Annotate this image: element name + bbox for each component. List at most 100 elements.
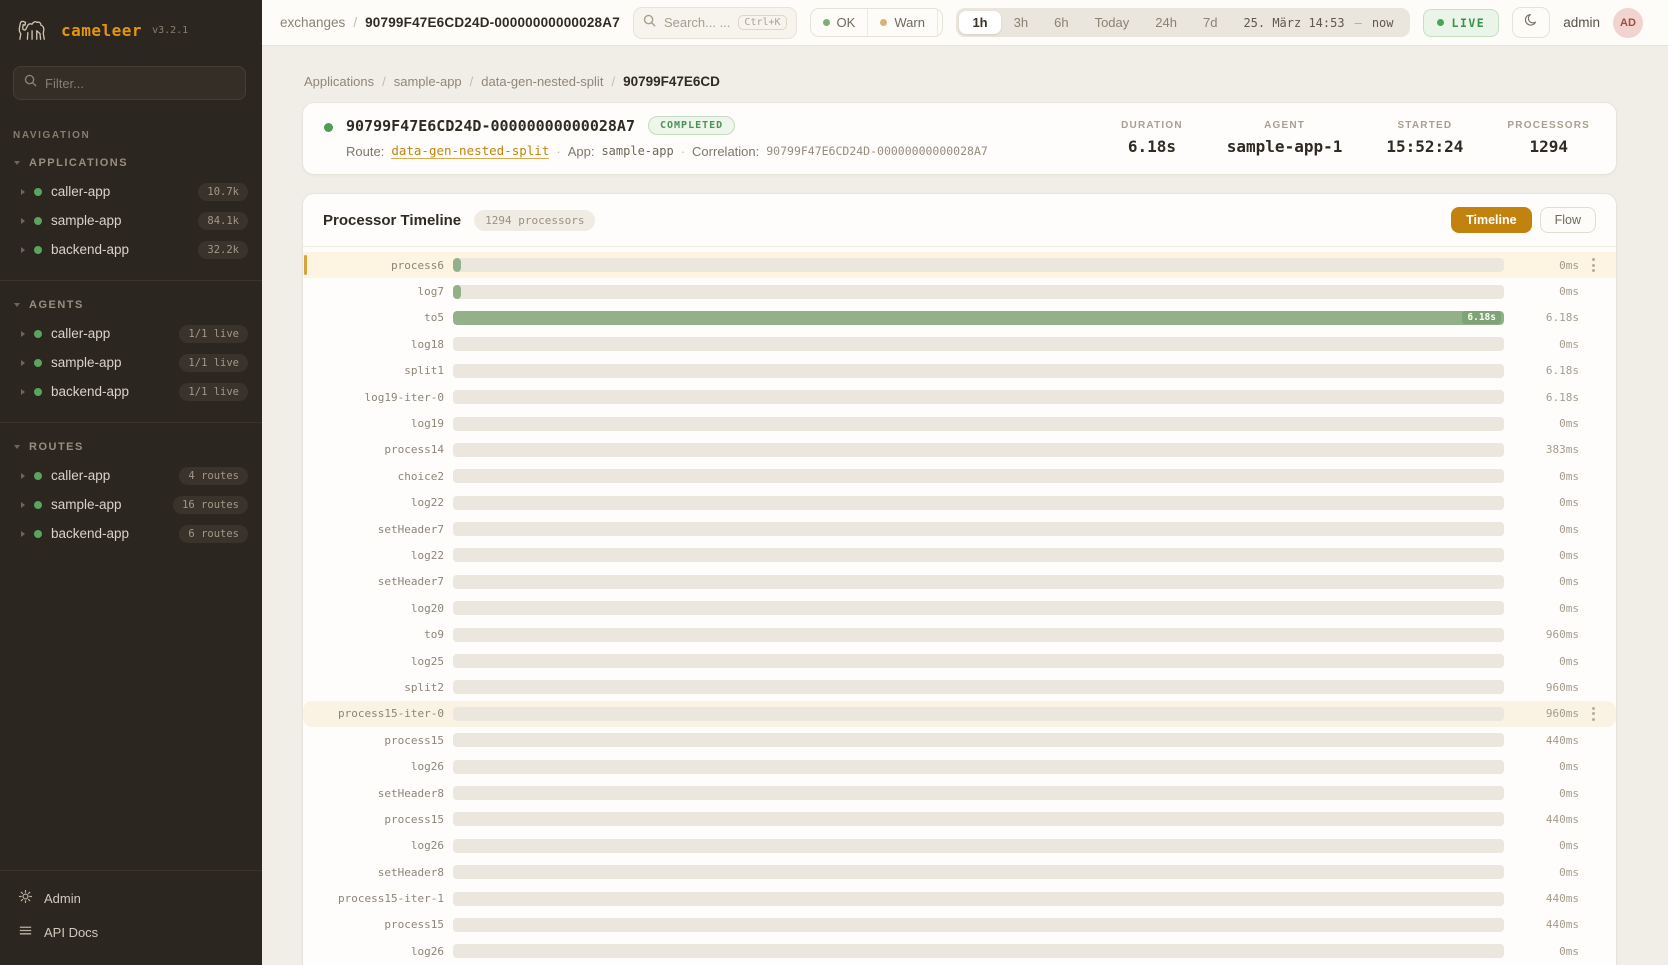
flow-view-button[interactable]: Flow [1540,207,1596,233]
timeline-row-log7[interactable]: log70ms [303,278,1616,304]
timeline-row-process6[interactable]: process60ms [303,252,1616,278]
status-filter-ok[interactable]: OK [811,9,868,36]
stat-value: 6.18s [1121,137,1183,156]
timeline-row-setHeader7[interactable]: setHeader70ms [303,569,1616,595]
sidebar-item-api-docs[interactable]: API Docs [0,915,262,949]
row-duration: 0ms [1517,575,1579,588]
timeline-row-process15[interactable]: process15 440ms [303,806,1616,832]
breadcrumb-separator: / [611,74,615,89]
global-search[interactable]: Search... ... Ctrl+K [633,7,797,39]
row-duration: 0ms [1517,259,1579,272]
sidebar-item-sample-app[interactable]: sample-app1/1 live [0,348,262,377]
timeline-row-log22[interactable]: log220ms [303,490,1616,516]
sidebar-filter[interactable] [13,66,246,100]
status-filter-label: OK [837,15,856,30]
timeline-row-log19-iter-0[interactable]: log19-iter-06.18s [303,384,1616,410]
timeline-row-process15-iter-1[interactable]: process15-iter-1 440ms [303,885,1616,911]
filter-input[interactable] [45,76,235,91]
range-button-6h[interactable]: 6h [1041,11,1081,34]
range-button-1h[interactable]: 1h [959,11,1000,34]
timeline-row-log26[interactable]: log260ms [303,938,1616,964]
range-button-3h[interactable]: 3h [1001,11,1041,34]
item-name: caller-app [51,326,110,341]
date-start: 25. März 14:53 [1243,16,1344,30]
timeline-row-process15[interactable]: process15440ms [303,727,1616,753]
row-menu-button[interactable] [1579,707,1607,721]
theme-toggle-button[interactable] [1512,7,1550,38]
range-button-24h[interactable]: 24h [1142,11,1190,34]
processor-name: log22 [303,496,453,509]
processor-name: setHeader8 [303,787,453,800]
section-header-agents[interactable]: AGENTS [0,291,262,319]
health-dot-icon [34,188,42,196]
timeline-row-setHeader7[interactable]: setHeader70ms [303,516,1616,542]
stat-label: STARTED [1386,120,1463,131]
timeline-row-process15-iter-0[interactable]: process15-iter-0960ms [303,701,1616,727]
row-menu-button[interactable] [1579,258,1607,272]
item-count-badge: 6 routes [179,525,248,543]
timeline-view-button[interactable]: Timeline [1451,207,1531,233]
exchange-info: 90799F47E6CD24D-00000000000028A7 COMPLET… [324,116,988,159]
sidebar-item-backend-app[interactable]: backend-app1/1 live [0,377,262,406]
processor-name: log26 [303,760,453,773]
timeline-row-to5[interactable]: to56.18s6.18s [303,305,1616,331]
status-filter-group: OK WarnError [810,8,944,37]
avatar[interactable]: AD [1613,8,1643,38]
timeline-row-log19[interactable]: log190ms [303,410,1616,436]
item-count-badge: 16 routes [173,496,248,514]
logo[interactable]: cameleer v3.2.1 [0,0,262,56]
stat-value: sample-app-1 [1227,137,1343,156]
sidebar-item-sample-app[interactable]: sample-app16 routes [0,490,262,519]
range-button-7d[interactable]: 7d [1190,11,1230,34]
sidebar-item-caller-app[interactable]: caller-app10.7k [0,177,262,206]
sidebar-item-backend-app[interactable]: backend-app32.2k [0,235,262,264]
row-duration: 0ms [1517,417,1579,430]
timeline-row-split1[interactable]: split16.18s [303,358,1616,384]
duration-track [453,575,1504,589]
timeline-row-log18[interactable]: log180ms [303,331,1616,357]
row-duration: 440ms [1517,813,1579,826]
page-breadcrumb: Applications/sample-app/data-gen-nested-… [304,74,1617,89]
section-header-routes[interactable]: ROUTES [0,433,262,461]
processor-name: process15 [303,813,453,826]
sidebar-item-admin[interactable]: Admin [0,881,262,915]
breadcrumb-exchanges[interactable]: exchanges [280,15,345,30]
chevron-right-icon [21,218,25,224]
range-button-today[interactable]: Today [1082,11,1143,34]
sidebar-item-caller-app[interactable]: caller-app4 routes [0,461,262,490]
date-range[interactable]: 25. März 14:53 — now [1230,16,1406,30]
section-header-applications[interactable]: APPLICATIONS [0,149,262,177]
breadcrumb-link-applications[interactable]: Applications [304,74,374,89]
stat-label: PROCESSORS [1507,120,1590,131]
status-filter-warn[interactable]: Warn [867,9,937,36]
sidebar-item-sample-app[interactable]: sample-app84.1k [0,206,262,235]
timeline-row-process14[interactable]: process14383ms [303,437,1616,463]
timeline-row-log25[interactable]: log250ms [303,648,1616,674]
live-badge[interactable]: LIVE [1423,9,1500,37]
timeline-row-setHeader8[interactable]: setHeader80ms [303,780,1616,806]
processor-name: split1 [303,364,453,377]
status-filter-error[interactable]: Error [937,9,944,36]
health-dot-icon [34,217,42,225]
processor-name: process15-iter-1 [303,892,453,905]
live-label: LIVE [1452,16,1486,30]
breadcrumb-link-data-gen-nested-split[interactable]: data-gen-nested-split [481,74,603,89]
duration-track [453,786,1504,800]
timeline-row-process15[interactable]: process15440ms [303,912,1616,938]
processor-name: process15 [303,734,453,747]
route-link[interactable]: data-gen-nested-split [391,143,549,159]
gear-icon [18,889,33,907]
timeline-row-log20[interactable]: log200ms [303,595,1616,621]
timeline-row-to9[interactable]: to9960ms [303,621,1616,647]
timeline-row-setHeader8[interactable]: setHeader80ms [303,859,1616,885]
sidebar-item-backend-app[interactable]: backend-app6 routes [0,519,262,548]
timeline-row-log26[interactable]: log260ms [303,753,1616,779]
sidebar-item-caller-app[interactable]: caller-app1/1 live [0,319,262,348]
timeline-row-choice2[interactable]: choice20ms [303,463,1616,489]
row-duration: 440ms [1517,892,1579,905]
row-duration: 960ms [1517,681,1579,694]
timeline-row-split2[interactable]: split2960ms [303,674,1616,700]
timeline-row-log26[interactable]: log260ms [303,833,1616,859]
timeline-row-log22[interactable]: log220ms [303,542,1616,568]
breadcrumb-link-sample-app[interactable]: sample-app [394,74,462,89]
